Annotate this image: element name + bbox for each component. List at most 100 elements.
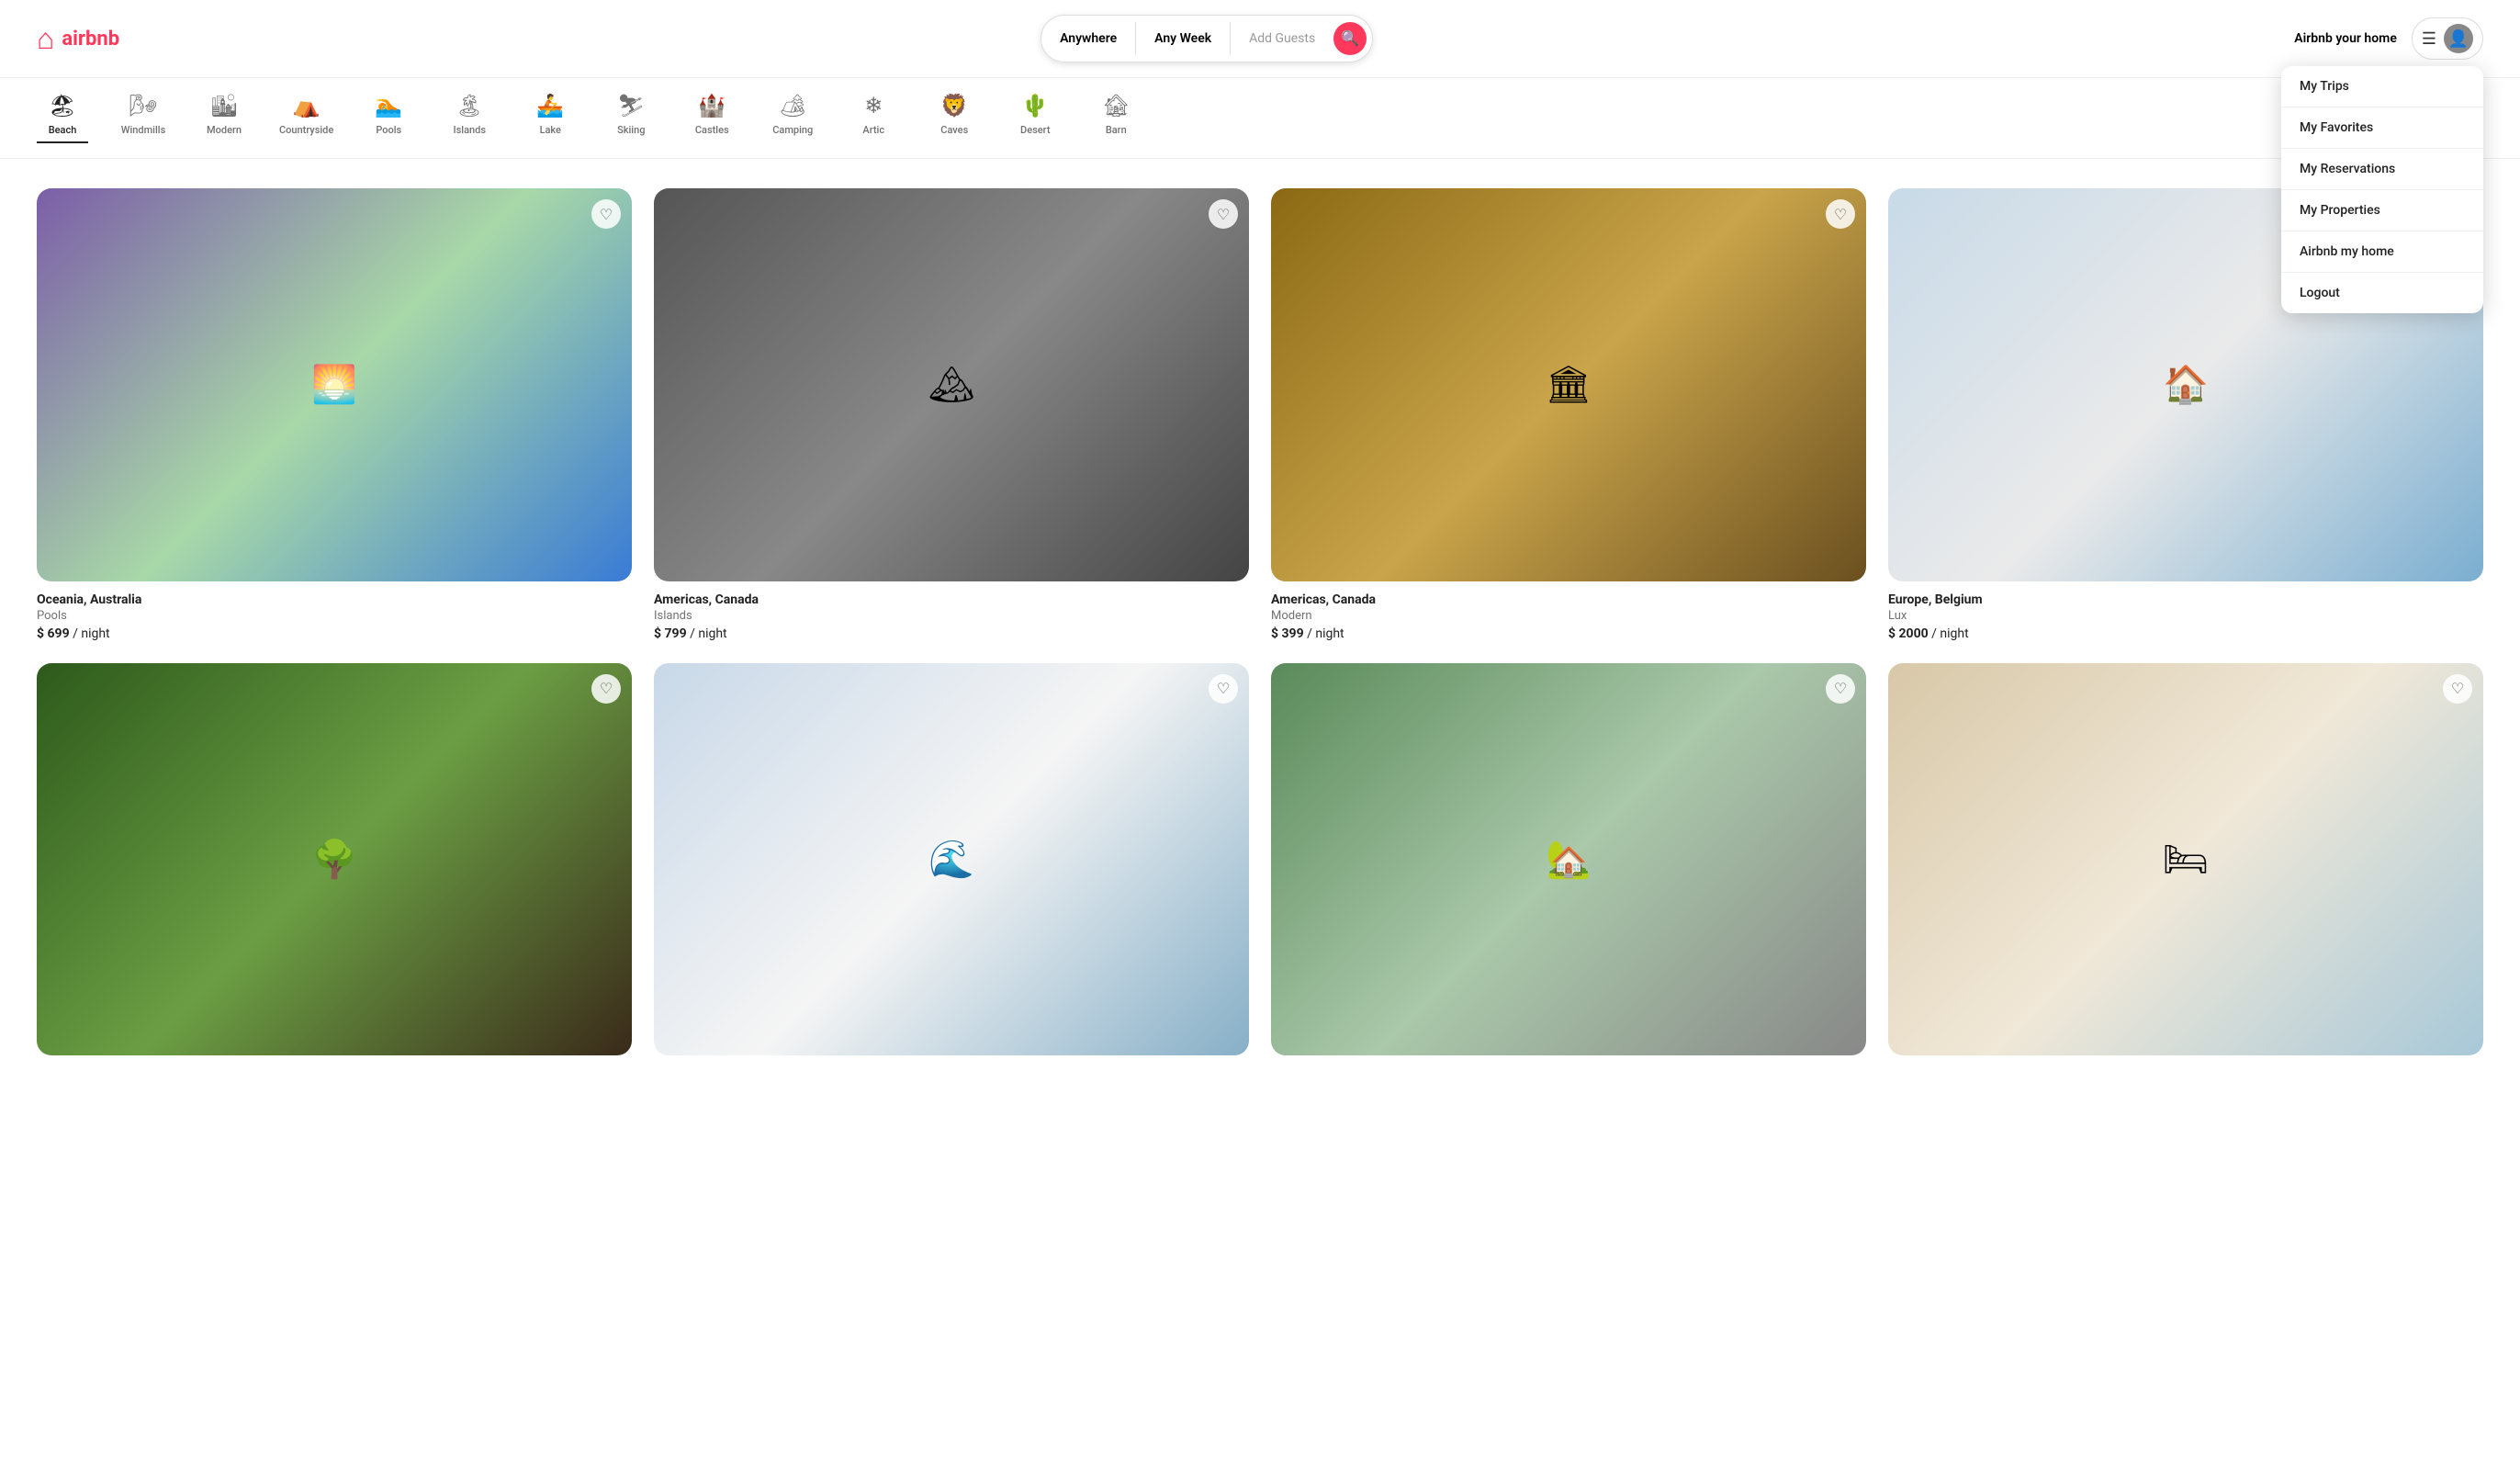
category-item-castles[interactable]: 🏰 Castles xyxy=(686,93,737,143)
listing-location: Americas, Canada xyxy=(654,592,1249,607)
image-placeholder: 🏛 xyxy=(1271,188,1866,581)
listing-type: Modern xyxy=(1271,609,1866,623)
category-label-barn: Barn xyxy=(1106,124,1127,136)
castles-icon: 🏰 xyxy=(698,93,726,118)
image-placeholder: 🏡 xyxy=(1271,663,1866,1056)
dropdown-item-logout[interactable]: Logout xyxy=(2281,273,2483,313)
category-item-modern[interactable]: 🏙 Modern xyxy=(198,93,250,143)
category-item-artic[interactable]: ❄ Artic xyxy=(848,93,899,143)
search-add-guests[interactable]: Add Guests xyxy=(1231,22,1333,55)
caves-icon: 🦁 xyxy=(940,93,968,118)
listing-image: 🏛 ♡ xyxy=(1271,188,1866,581)
search-button[interactable]: 🔍 xyxy=(1333,22,1367,55)
favorite-button[interactable]: ♡ xyxy=(591,199,621,229)
listing-image: 🌅 ♡ xyxy=(37,188,632,581)
listing-card-listing-1[interactable]: 🌅 ♡ Oceania, Australia Pools $ 699 / nig… xyxy=(37,188,632,641)
category-label-castles: Castles xyxy=(695,124,729,136)
category-item-barn[interactable]: 🏚 Barn xyxy=(1090,93,1142,143)
listing-card-listing-7[interactable]: 🏡 ♡ xyxy=(1271,663,1866,1067)
lake-icon: 🚣 xyxy=(536,93,564,118)
search-icon: 🔍 xyxy=(1341,29,1359,48)
favorite-button[interactable]: ♡ xyxy=(1826,199,1855,229)
category-label-islands: Islands xyxy=(454,124,487,136)
category-label-caves: Caves xyxy=(940,124,968,136)
listing-price: $ 799 / night xyxy=(654,626,1249,641)
listing-card-listing-3[interactable]: 🏛 ♡ Americas, Canada Modern $ 399 / nigh… xyxy=(1271,188,1866,641)
countryside-icon: ⛺ xyxy=(293,93,321,118)
favorite-button[interactable]: ♡ xyxy=(1209,674,1238,704)
listing-location: Oceania, Australia xyxy=(37,592,632,607)
logo-text: airbnb xyxy=(62,28,119,51)
listing-price: $ 2000 / night xyxy=(1888,626,2483,641)
category-label-lake: Lake xyxy=(540,124,561,136)
image-placeholder: 🌅 xyxy=(37,188,632,581)
desert-icon: 🌵 xyxy=(1021,93,1049,118)
category-item-lake[interactable]: 🚣 Lake xyxy=(524,93,576,143)
dropdown-item-my-trips[interactable]: My Trips xyxy=(2281,66,2483,107)
category-label-beach: Beach xyxy=(49,124,77,136)
dropdown-item-my-favorites[interactable]: My Favorites xyxy=(2281,107,2483,149)
favorite-button[interactable]: ♡ xyxy=(1826,674,1855,704)
favorite-button[interactable]: ♡ xyxy=(591,674,621,704)
listings-grid: 🌅 ♡ Oceania, Australia Pools $ 699 / nig… xyxy=(0,159,2520,1096)
category-item-countryside[interactable]: ⛺ Countryside xyxy=(279,93,333,143)
image-placeholder: 🛏 xyxy=(1888,663,2483,1056)
category-item-desert[interactable]: 🌵 Desert xyxy=(1009,93,1061,143)
category-label-desert: Desert xyxy=(1020,124,1050,136)
listing-location: Americas, Canada xyxy=(1271,592,1866,607)
listing-location: Europe, Belgium xyxy=(1888,592,2483,607)
favorite-button[interactable]: ♡ xyxy=(2443,674,2472,704)
category-item-windmills[interactable]: 🌬 Windmills xyxy=(118,93,169,143)
header-right: Airbnb your home ☰ 👤 xyxy=(2294,17,2483,60)
airbnb-logo-icon: ⌂ xyxy=(37,21,54,56)
listing-card-listing-5[interactable]: 🌳 ♡ xyxy=(37,663,632,1067)
category-item-beach[interactable]: 🏖 Beach xyxy=(37,93,88,143)
listing-card-listing-2[interactable]: 🏔 ♡ Americas, Canada Islands $ 799 / nig… xyxy=(654,188,1249,641)
listing-card-listing-6[interactable]: 🌊 ♡ xyxy=(654,663,1249,1067)
listing-price: $ 699 / night xyxy=(37,626,632,641)
category-label-pools: Pools xyxy=(376,124,401,136)
listing-image: 🌊 ♡ xyxy=(654,663,1249,1056)
skiing-icon: ⛷ xyxy=(617,93,645,118)
search-anywhere[interactable]: Anywhere xyxy=(1041,22,1136,55)
listing-image: 🛏 ♡ xyxy=(1888,663,2483,1056)
modern-icon: 🏙 xyxy=(210,93,238,118)
pools-icon: 🏊 xyxy=(375,93,402,118)
listing-type: Islands xyxy=(654,609,1249,623)
beach-icon: 🏖 xyxy=(49,93,76,118)
islands-icon: 🏝 xyxy=(456,93,483,118)
hamburger-icon: ☰ xyxy=(2422,29,2436,49)
listing-type: Pools xyxy=(37,609,632,623)
airbnb-home-link[interactable]: Airbnb your home xyxy=(2294,31,2397,46)
dropdown-item-my-properties[interactable]: My Properties xyxy=(2281,190,2483,231)
logo[interactable]: ⌂ airbnb xyxy=(37,21,119,56)
category-item-islands[interactable]: 🏝 Islands xyxy=(444,93,495,143)
listing-price: $ 399 / night xyxy=(1271,626,1866,641)
search-bar: Anywhere Any Week Add Guests 🔍 xyxy=(1041,15,1373,62)
dropdown-item-airbnb-my-home[interactable]: Airbnb my home xyxy=(2281,231,2483,273)
category-label-countryside: Countryside xyxy=(279,124,333,136)
listing-image: 🌳 ♡ xyxy=(37,663,632,1056)
favorite-button[interactable]: ♡ xyxy=(1209,199,1238,229)
image-placeholder: 🌳 xyxy=(37,663,632,1056)
user-menu-button[interactable]: ☰ 👤 xyxy=(2412,17,2483,60)
category-label-camping: Camping xyxy=(772,124,813,136)
avatar: 👤 xyxy=(2444,24,2473,53)
category-item-skiing[interactable]: ⛷ Skiing xyxy=(605,93,657,143)
windmills-icon: 🌬 xyxy=(129,93,157,118)
category-item-pools[interactable]: 🏊 Pools xyxy=(363,93,414,143)
listing-card-listing-8[interactable]: 🛏 ♡ xyxy=(1888,663,2483,1067)
category-item-caves[interactable]: 🦁 Caves xyxy=(928,93,980,143)
camping-icon: 🏕 xyxy=(779,93,806,118)
listing-image: 🏡 ♡ xyxy=(1271,663,1866,1056)
avatar-icon: 👤 xyxy=(2448,29,2469,49)
image-placeholder: 🌊 xyxy=(654,663,1249,1056)
listing-type: Lux xyxy=(1888,609,2483,623)
dropdown-item-my-reservations[interactable]: My Reservations xyxy=(2281,149,2483,190)
search-any-week[interactable]: Any Week xyxy=(1136,22,1231,55)
category-item-camping[interactable]: 🏕 Camping xyxy=(767,93,818,143)
listing-image: 🏔 ♡ xyxy=(654,188,1249,581)
user-dropdown-menu: My Trips My Favorites My Reservations My… xyxy=(2281,66,2483,313)
category-label-skiing: Skiing xyxy=(617,124,645,136)
artic-icon: ❄ xyxy=(864,93,883,118)
